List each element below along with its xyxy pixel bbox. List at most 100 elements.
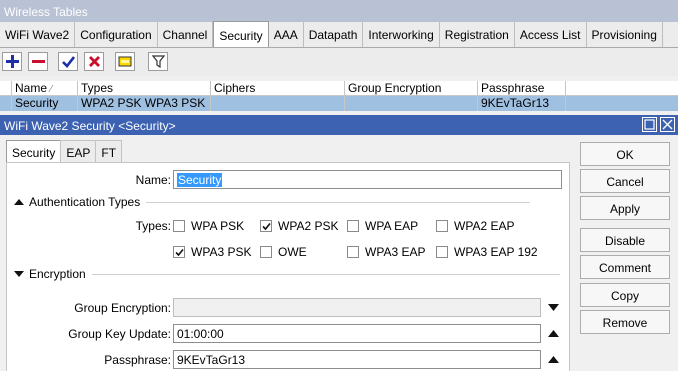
checkbox-label: WPA3 EAP: [365, 245, 426, 259]
collapse-up-icon: [547, 329, 559, 337]
checkbox-wpa3-psk[interactable]: WPA3 PSK: [173, 245, 251, 259]
security-panel: Name: Security Authentication Types Type…: [6, 162, 570, 371]
expand-down-icon: [14, 271, 24, 277]
tab-registration[interactable]: Registration: [440, 22, 515, 47]
checkbox-label: OWE: [278, 245, 307, 259]
checkbox-box: [173, 246, 185, 258]
tab-aaa[interactable]: AAA: [269, 22, 304, 47]
group-key-update-remove[interactable]: [544, 324, 562, 342]
table-row[interactable]: Security WPA2 PSK WPA3 PSK 9KEvTaGr13: [0, 96, 678, 111]
checkbox-box: [436, 246, 448, 258]
encryption-section[interactable]: Encryption: [13, 267, 560, 281]
tab-wifi-wave2[interactable]: WiFi Wave2: [0, 22, 76, 47]
row-spacer: [0, 96, 12, 111]
checkbox-box: [347, 246, 359, 258]
checkbox-box: [260, 220, 272, 232]
disable-button[interactable]: [84, 52, 104, 71]
passphrase-field[interactable]: 9KEvTaGr13: [173, 350, 541, 369]
ok-button[interactable]: OK: [580, 142, 670, 166]
name-label: Name:: [135, 173, 171, 187]
checkmark-icon: [61, 56, 75, 68]
encryption-title: Encryption: [29, 267, 86, 281]
comment-button[interactable]: Comment: [580, 255, 670, 279]
checkbox-wpa-psk[interactable]: WPA PSK: [173, 219, 244, 233]
dropdown-icon: [547, 303, 559, 311]
dialog-tab-ft[interactable]: FT: [95, 140, 123, 162]
dialog-tab-eap[interactable]: EAP: [60, 140, 97, 162]
auth-types-section[interactable]: Authentication Types: [13, 195, 531, 209]
maximize-button[interactable]: [642, 117, 657, 132]
passphrase-label: Passphrase:: [104, 353, 171, 367]
checkbox-label: WPA2 EAP: [454, 219, 515, 233]
checkbox-wpa3-eap-192[interactable]: WPA3 EAP 192: [436, 245, 538, 259]
name-field[interactable]: Security: [173, 170, 562, 189]
tab-access-list[interactable]: Access List: [515, 22, 587, 47]
cell-extra: [566, 96, 678, 111]
cell-types: WPA2 PSK WPA3 PSK: [78, 96, 211, 111]
checkbox-label: WPA EAP: [365, 219, 419, 233]
column-ciphers[interactable]: Ciphers: [211, 81, 345, 95]
collapse-up-icon: [547, 355, 559, 363]
checkbox-box: [347, 220, 359, 232]
close-button[interactable]: [660, 117, 675, 132]
comment-button[interactable]: [115, 52, 135, 71]
passphrase-remove[interactable]: [544, 350, 562, 368]
dialog-title: WiFi Wave2 Security <Security>: [4, 119, 176, 133]
types-label: Types:: [135, 219, 171, 233]
tab-datapath[interactable]: Datapath: [304, 22, 364, 47]
check-icon: [175, 248, 184, 257]
column-passphrase[interactable]: Passphrase: [478, 81, 566, 95]
close-icon: [662, 119, 673, 130]
section-divider: [146, 201, 531, 203]
filter-icon: [151, 55, 165, 68]
cell-group-encryption: [345, 96, 478, 111]
checkbox-owe[interactable]: OWE: [260, 245, 307, 259]
checkbox-wpa3-eap[interactable]: WPA3 EAP: [347, 245, 425, 259]
header-spacer: [0, 81, 12, 95]
column-name[interactable]: Name ⁄: [12, 81, 78, 95]
name-field-value: Security: [177, 173, 223, 187]
remove-button[interactable]: Remove: [580, 310, 670, 334]
checkbox-label: WPA PSK: [191, 219, 245, 233]
checkbox-box: [173, 220, 185, 232]
cancel-button[interactable]: Cancel: [580, 169, 670, 193]
group-encryption-dropdown[interactable]: [544, 298, 562, 316]
check-icon: [262, 222, 271, 231]
group-key-update-label: Group Key Update:: [68, 327, 171, 341]
comment-icon: [118, 56, 132, 67]
filter-button[interactable]: [148, 52, 168, 71]
dialog-tab-security[interactable]: Security: [6, 140, 62, 163]
disable-button[interactable]: Disable: [580, 228, 670, 252]
group-key-update-field[interactable]: 01:00:00: [173, 324, 541, 343]
checkbox-wpa2-psk[interactable]: WPA2 PSK: [260, 219, 338, 233]
checkbox-label: WPA3 EAP 192: [454, 245, 538, 259]
checkbox-wpa-eap[interactable]: WPA EAP: [347, 219, 418, 233]
tab-security[interactable]: Security: [213, 21, 269, 47]
maximize-icon: [644, 119, 655, 130]
cell-ciphers: [211, 96, 345, 111]
tab-channel[interactable]: Channel: [158, 22, 214, 47]
checkbox-box: [260, 246, 272, 258]
main-tabs: WiFi Wave2 Configuration Channel Securit…: [0, 21, 678, 48]
auth-types-title: Authentication Types: [29, 195, 141, 209]
checkbox-box: [436, 220, 448, 232]
column-extra: [566, 81, 678, 95]
checkbox-wpa2-eap[interactable]: WPA2 EAP: [436, 219, 514, 233]
group-encryption-field[interactable]: [173, 298, 541, 317]
column-types[interactable]: Types: [78, 81, 211, 95]
toolbar: [0, 48, 678, 76]
column-group-encryption[interactable]: Group Encryption: [345, 81, 478, 95]
sort-indicator-icon: ⁄: [50, 84, 53, 95]
minus-icon: [31, 60, 45, 63]
copy-button[interactable]: Copy: [580, 283, 670, 307]
security-dialog: Security EAP FT Name: Security Authentic…: [0, 135, 678, 371]
x-icon: [88, 56, 100, 67]
tab-provisioning[interactable]: Provisioning: [587, 22, 663, 47]
tab-configuration[interactable]: Configuration: [75, 22, 158, 47]
apply-button[interactable]: Apply: [580, 196, 670, 220]
add-button[interactable]: [2, 52, 22, 71]
plus-icon: [5, 55, 19, 68]
enable-button[interactable]: [58, 52, 78, 71]
remove-button[interactable]: [28, 52, 48, 71]
tab-interworking[interactable]: Interworking: [363, 22, 440, 47]
